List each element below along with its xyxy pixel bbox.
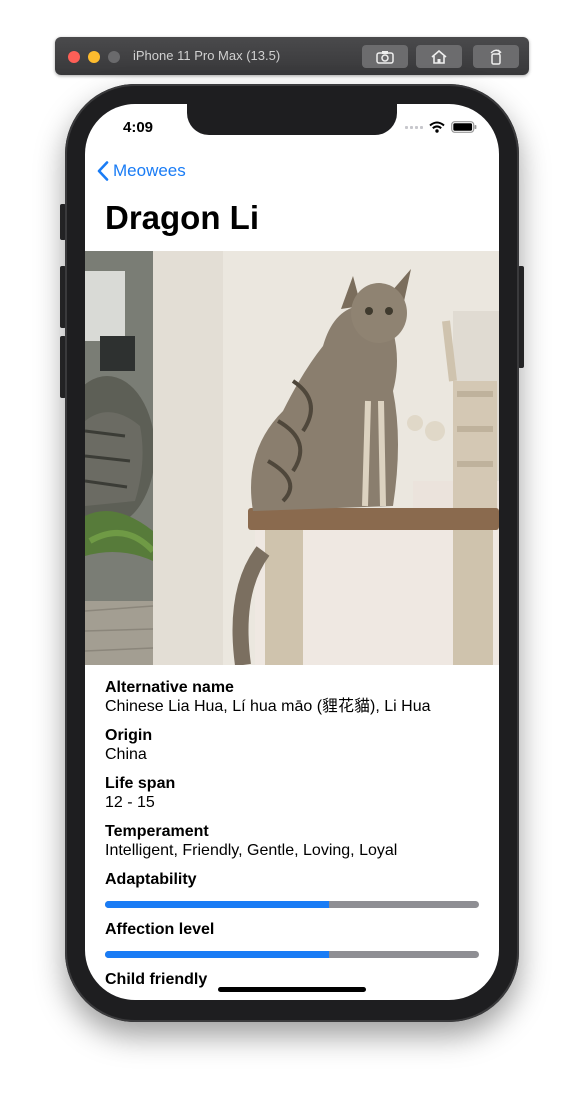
- adaptability-meter-fill: [105, 901, 330, 908]
- adaptability-meter: [105, 901, 479, 908]
- affection-level-meter-fill: [105, 951, 330, 958]
- chevron-left-icon: [97, 161, 109, 181]
- device-screen: 4:09 Meowees Dragon Li Alternative name …: [85, 104, 499, 1000]
- breed-details: Alternative name Chinese Lia Hua, Lí hua…: [105, 678, 479, 989]
- cellular-signal-icon: [405, 125, 423, 129]
- home-indicator[interactable]: [218, 987, 366, 992]
- home-icon: [431, 49, 447, 64]
- adaptability-label: Adaptability: [105, 871, 197, 888]
- camera-icon: [376, 50, 394, 64]
- photo-carousel[interactable]: [85, 251, 499, 665]
- previous-cat-photo[interactable]: [85, 251, 153, 665]
- home-button[interactable]: [416, 45, 462, 68]
- status-icons: [405, 120, 477, 134]
- battery-icon: [451, 121, 477, 133]
- life-span-value: 12 - 15: [105, 794, 155, 811]
- screenshot-button[interactable]: [362, 45, 408, 68]
- alternative-name-value: Chinese Lia Hua, Lí hua māo (貍花貓), Li Hu…: [105, 698, 431, 715]
- origin-value: China: [105, 746, 147, 763]
- simulator-toolbar: iPhone 11 Pro Max (13.5): [55, 37, 529, 75]
- rotate-button[interactable]: [473, 45, 519, 68]
- zoom-window-button[interactable]: [108, 51, 120, 63]
- alternative-name-label: Alternative name: [105, 679, 234, 696]
- affection-level-meter: [105, 951, 479, 958]
- notch: [187, 104, 397, 135]
- back-button[interactable]: Meowees: [97, 160, 186, 182]
- rotate-icon: [490, 48, 502, 65]
- temperament-value: Intelligent, Friendly, Gentle, Loving, L…: [105, 842, 398, 859]
- life-span-label: Life span: [105, 775, 176, 792]
- wifi-icon: [429, 121, 445, 133]
- window-title: iPhone 11 Pro Max (13.5): [133, 48, 281, 63]
- back-button-label: Meowees: [113, 161, 186, 180]
- cat-photo[interactable]: [153, 251, 499, 665]
- status-time: 4:09: [123, 119, 154, 136]
- minimize-window-button[interactable]: [88, 51, 100, 63]
- affection-level-label: Affection level: [105, 921, 215, 938]
- close-window-button[interactable]: [68, 51, 80, 63]
- origin-label: Origin: [105, 727, 153, 744]
- temperament-label: Temperament: [105, 823, 209, 840]
- page-title: Dragon Li: [105, 199, 259, 236]
